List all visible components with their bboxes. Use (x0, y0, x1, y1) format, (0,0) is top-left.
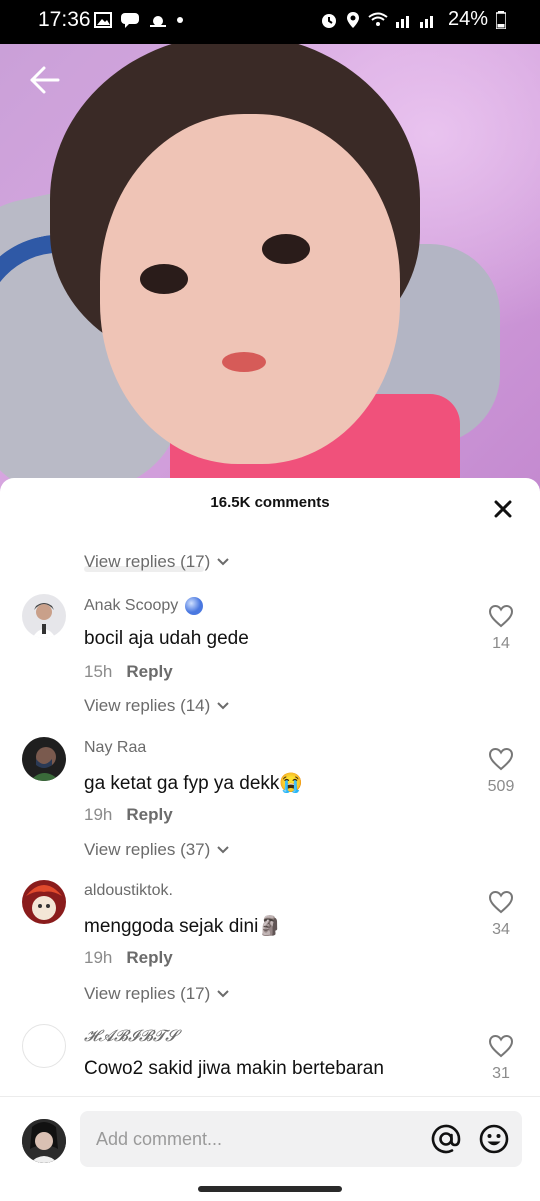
heart-icon (488, 604, 514, 628)
chevron-down-icon (217, 846, 230, 854)
comment-meta: 19h Reply (84, 948, 173, 968)
alarm-icon (321, 13, 336, 28)
reply-button[interactable]: Reply (126, 948, 172, 968)
emoji-icon (479, 1124, 509, 1154)
chevron-down-icon (217, 702, 230, 710)
back-button[interactable] (26, 64, 66, 96)
close-icon (494, 500, 512, 518)
image-icon (94, 12, 112, 28)
reply-button[interactable]: Reply (126, 805, 172, 825)
comments-count-title: 16.5K comments (210, 494, 330, 511)
like-button[interactable]: 509 (484, 747, 518, 796)
like-count: 34 (492, 921, 510, 938)
comment-username[interactable]: aldoustiktok. (84, 882, 173, 900)
emoji-button[interactable] (478, 1123, 510, 1155)
comment-item: 𝓗𝓐𝓑𝓘𝓑𝓣𝓢 Cowo2 sakid jiwa makin bertebara… (0, 1024, 540, 1097)
add-comment-placeholder: Add comment... (96, 1129, 223, 1149)
video-player[interactable] (0, 44, 540, 494)
comment-time: 15h (84, 662, 113, 681)
weather-icon (150, 16, 166, 27)
comment-item: Nay Raa ga ketat ga fyp ya dekk😭 19h Rep… (0, 737, 540, 877)
comment-meta: 19h Reply (84, 805, 173, 825)
like-button[interactable]: 34 (484, 890, 518, 939)
comment-time: 19h (84, 948, 113, 967)
view-replies-button[interactable]: View replies (37) (84, 840, 230, 860)
dot-icon (177, 17, 183, 23)
location-icon (346, 11, 359, 28)
close-button[interactable] (492, 498, 516, 522)
status-time: 17:36 (38, 8, 91, 31)
mention-button[interactable] (430, 1123, 462, 1155)
heart-icon (488, 890, 514, 914)
wifi-icon (368, 12, 388, 26)
status-bar: 17:36 24% (0, 0, 540, 44)
chevron-down-icon (217, 990, 230, 998)
battery-icon (496, 10, 506, 29)
home-indicator[interactable] (198, 1186, 342, 1192)
signal-icon (395, 15, 433, 28)
comment-text: menggoda sejak dini🗿 (84, 916, 282, 937)
view-replies-button[interactable]: View replies (17) (84, 552, 230, 572)
comment-text: Cowo2 sakid jiwa makin bertebaran (84, 1058, 384, 1079)
like-count: 14 (492, 635, 510, 652)
avatar[interactable] (22, 737, 66, 781)
avatar[interactable] (22, 1024, 66, 1068)
battery-level: 24% (447, 8, 488, 30)
comment-meta: 15h Reply (84, 662, 173, 682)
avatar[interactable] (22, 880, 66, 924)
comment-list[interactable]: View replies (17) Anak Scoopy bocil aja … (0, 522, 540, 1097)
comment-username[interactable]: Anak Scoopy (84, 596, 204, 616)
comment-time: 19h (84, 805, 113, 824)
chevron-down-icon (217, 558, 230, 566)
like-count: 509 (487, 778, 515, 795)
status-notification-icons (94, 12, 184, 28)
like-button[interactable]: 31 (484, 1034, 518, 1083)
comment-item: Anak Scoopy bocil aja udah gede 15h Repl… (0, 594, 540, 734)
at-sign-icon (431, 1124, 461, 1154)
badge-icon (185, 597, 204, 615)
like-count: 31 (492, 1065, 510, 1082)
heart-icon (488, 747, 514, 771)
like-button[interactable]: 14 (484, 604, 518, 653)
comment-item: aldoustiktok. menggoda sejak dini🗿 19h R… (0, 880, 540, 1020)
arrow-left-icon (30, 66, 60, 94)
chat-icon (121, 13, 139, 28)
child-face-graphic (100, 114, 400, 464)
comment-username[interactable]: 𝓗𝓐𝓑𝓘𝓑𝓣𝓢 (84, 1026, 178, 1046)
add-comment-input[interactable]: Add comment... (80, 1111, 522, 1167)
avatar[interactable] (22, 594, 66, 638)
current-user-avatar[interactable] (22, 1119, 66, 1163)
comments-sheet: 16.5K comments View replies (17) Anak Sc… (0, 478, 540, 1200)
status-right-icons: 24% (320, 8, 506, 31)
view-replies-button[interactable]: View replies (17) (84, 984, 230, 1004)
comment-username[interactable]: Nay Raa (84, 739, 146, 757)
heart-icon (488, 1034, 514, 1058)
comment-text: bocil aja udah gede (84, 628, 249, 649)
reply-button[interactable]: Reply (126, 662, 172, 682)
comment-text: ga ketat ga fyp ya dekk😭 (84, 773, 304, 794)
view-replies-button[interactable]: View replies (14) (84, 696, 230, 716)
